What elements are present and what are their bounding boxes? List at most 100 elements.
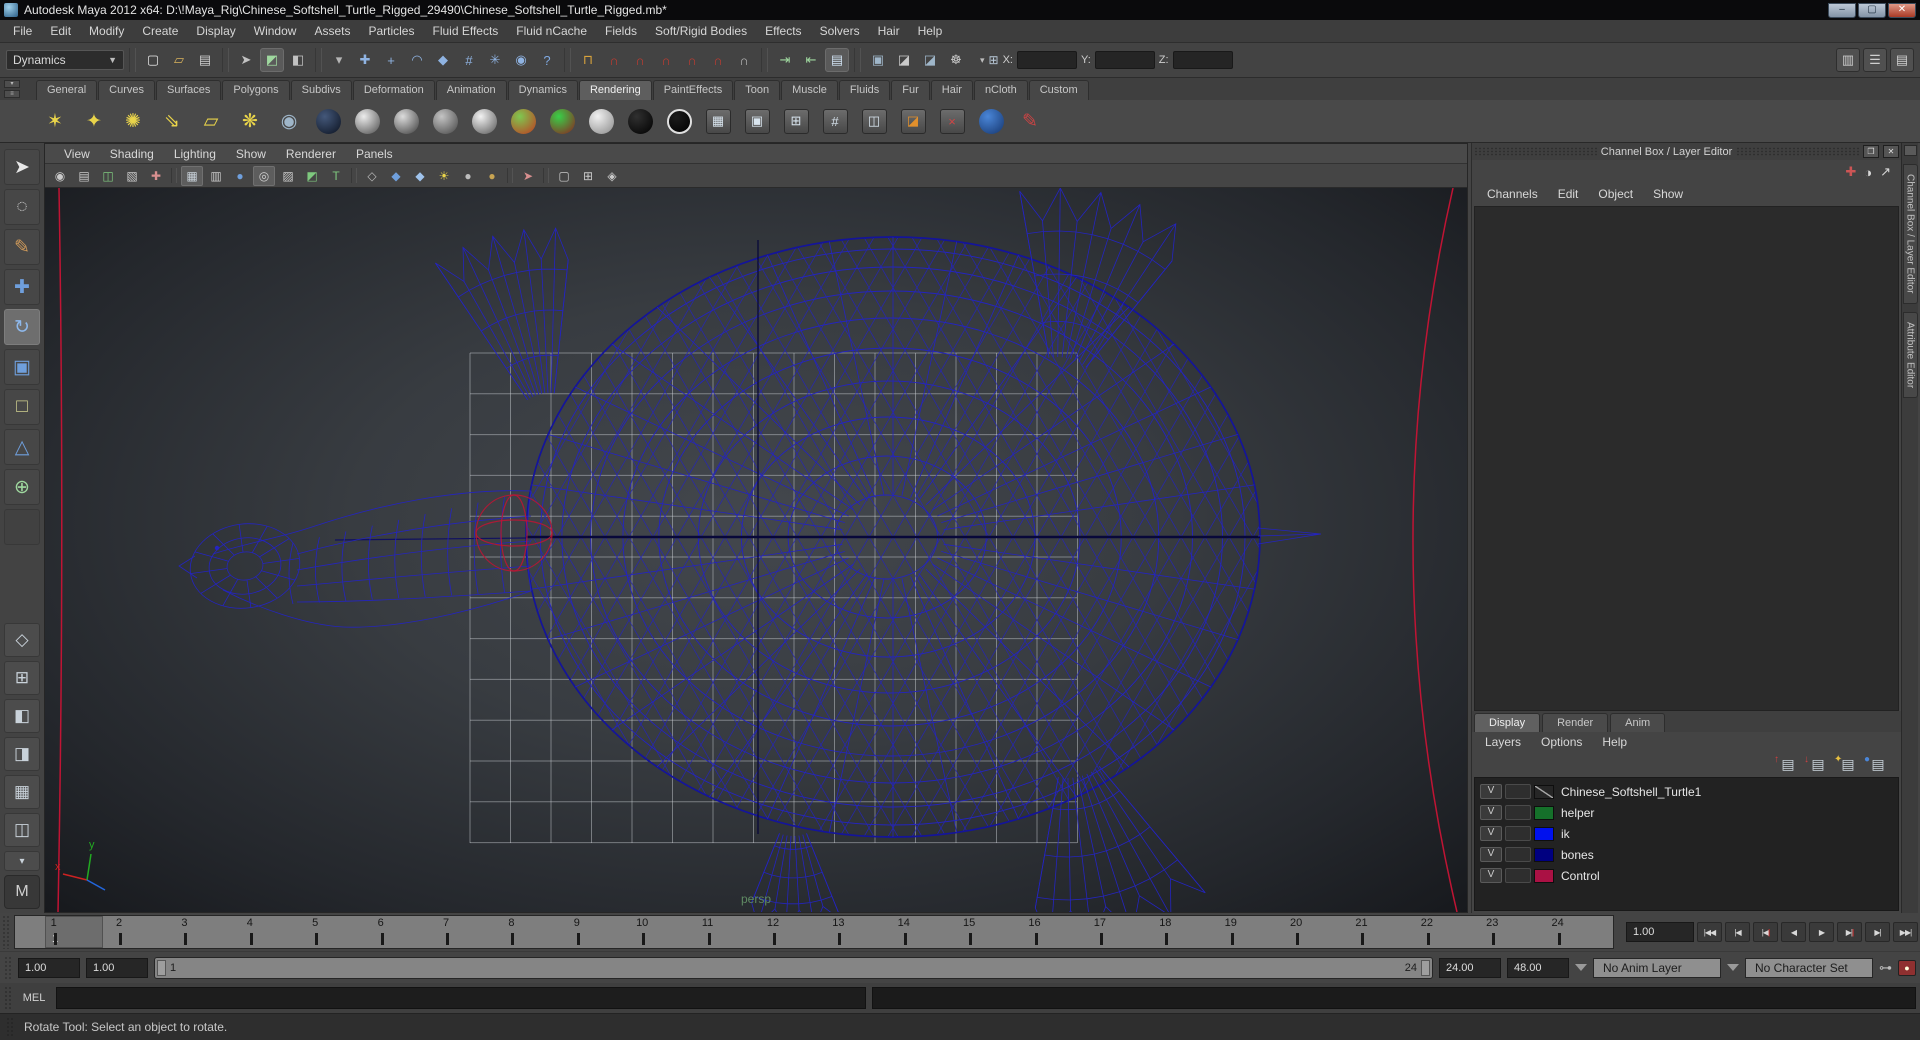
volume-light-icon[interactable]: ❋ xyxy=(233,104,267,138)
gate-mask-icon[interactable]: ◎ xyxy=(253,165,275,186)
frame-cell-16[interactable]: 16 xyxy=(1002,916,1067,948)
create-layer-from-selected-icon[interactable]: ▤ ● xyxy=(1864,754,1889,773)
field-chart-icon[interactable]: ▨ xyxy=(277,166,299,186)
frame-cell-14[interactable]: 14 xyxy=(871,916,936,948)
hypershade-icon[interactable]: ▦ xyxy=(701,104,735,138)
shelf-tab-deformation[interactable]: Deformation xyxy=(352,80,435,100)
menu-window[interactable]: Window xyxy=(245,21,306,41)
input-connections-button[interactable]: ⇥ xyxy=(773,48,797,72)
2d-pan-zoom-icon[interactable]: ✚ xyxy=(145,166,167,186)
lock-selection-button[interactable]: ⊓ xyxy=(576,48,600,72)
viewport-menu-show[interactable]: Show xyxy=(227,145,275,163)
lasso-tool[interactable]: ◌ xyxy=(4,189,40,225)
frame-cell-8[interactable]: 8 xyxy=(479,916,544,948)
rotate-tool[interactable]: ↻ xyxy=(4,309,40,345)
layout-outliner-persp-button[interactable]: ◧ xyxy=(4,699,40,733)
move-layer-up-icon[interactable]: ▤ ↑ xyxy=(1774,754,1799,773)
bookmark-icon[interactable]: ◫ xyxy=(97,166,119,186)
menu-display[interactable]: Display xyxy=(187,21,244,41)
menu-fluid-effects[interactable]: Fluid Effects xyxy=(423,21,507,41)
tab-channel-box[interactable]: Channel Box / Layer Editor xyxy=(1902,164,1918,304)
default-material-icon[interactable]: ● xyxy=(481,166,503,186)
frame-cell-22[interactable]: 22 xyxy=(1394,916,1459,948)
soft-modification-tool[interactable]: △ xyxy=(4,429,40,465)
select-tool[interactable]: ➤ xyxy=(4,149,40,185)
shelf-tab-dynamics[interactable]: Dynamics xyxy=(507,80,578,100)
shelf-tab-painteffects[interactable]: PaintEffects xyxy=(652,80,734,100)
layout-hypershade-persp-button[interactable]: ▦ xyxy=(4,775,40,809)
shelf-tab-surfaces[interactable]: Surfaces xyxy=(155,80,222,100)
shelf-tab-toggle-button[interactable]: ▾ xyxy=(4,80,20,88)
shelf-tab-toon[interactable]: Toon xyxy=(734,80,781,100)
menu-fluid-ncache[interactable]: Fluid nCache xyxy=(507,21,596,41)
frame-cell-6[interactable]: 6 xyxy=(348,916,413,948)
coord-dropdown-icon[interactable]: ▾ xyxy=(980,55,985,66)
command-language-label[interactable]: MEL xyxy=(18,992,50,1004)
shelf-tab-fur[interactable]: Fur xyxy=(891,80,930,100)
shelf-menu-button[interactable]: ≡ xyxy=(4,90,20,98)
frame-cell-19[interactable]: 19 xyxy=(1198,916,1263,948)
layer-visibility-toggle[interactable]: V xyxy=(1480,784,1502,799)
time-slider[interactable]: 1 12345678910111213141516171819202122232… xyxy=(13,915,1614,949)
menu-assets[interactable]: Assets xyxy=(305,21,359,41)
select-deformations-mask-button[interactable]: # xyxy=(457,48,481,72)
menu-create[interactable]: Create xyxy=(133,21,187,41)
select-by-object-button[interactable]: ◩ xyxy=(260,48,284,72)
menu-edit[interactable]: Edit xyxy=(41,21,80,41)
channel-box-toggle[interactable]: ▥ xyxy=(1836,48,1860,72)
layer-display-type-toggle[interactable] xyxy=(1505,805,1531,820)
ambient-light-icon[interactable]: ✶ xyxy=(38,104,72,138)
directional-light-icon[interactable]: ⇘ xyxy=(155,104,189,138)
output-connections-button[interactable]: ⇤ xyxy=(799,48,823,72)
frame-cell-20[interactable]: 20 xyxy=(1263,916,1328,948)
menu-help[interactable]: Help xyxy=(909,21,952,41)
light-linker-icon[interactable]: ◫ xyxy=(857,104,891,138)
safe-action-icon[interactable]: ◩ xyxy=(301,166,323,186)
frame-cell-10[interactable]: 10 xyxy=(610,916,675,948)
frame-cell-11[interactable]: 11 xyxy=(675,916,740,948)
spot-light-icon[interactable]: ✦ xyxy=(77,104,111,138)
xray-icon[interactable]: ▢ xyxy=(553,166,575,186)
blinn-material-icon[interactable] xyxy=(389,104,423,138)
channel-box-menu-show[interactable]: Show xyxy=(1644,185,1692,203)
area-light-icon[interactable]: ▱ xyxy=(194,104,228,138)
range-start-handle[interactable] xyxy=(157,959,166,976)
x-input[interactable] xyxy=(1017,51,1077,69)
open-scene-button[interactable]: ▱ xyxy=(167,48,191,72)
universal-manipulator-tool[interactable]: □ xyxy=(4,389,40,425)
paint-selection-tool[interactable]: ✎ xyxy=(4,229,40,265)
render-current-frame-button[interactable]: ◪ xyxy=(892,48,916,72)
layout-dropdown-button[interactable]: ▾ xyxy=(4,851,40,871)
select-surfaces-mask-button[interactable]: ◆ xyxy=(431,48,455,72)
shelf-tab-ncloth[interactable]: nCloth xyxy=(973,80,1028,100)
ipr-stop-icon[interactable]: × xyxy=(935,104,969,138)
drag-handle[interactable] xyxy=(1736,147,1859,156)
anisotropic-material-icon[interactable] xyxy=(350,104,384,138)
panel-dock-icon[interactable] xyxy=(1903,145,1917,156)
manipulator-axis-icon[interactable]: ✚ xyxy=(1845,164,1856,180)
camera-select-icon[interactable]: ◉ xyxy=(49,166,71,186)
layer-display-type-toggle[interactable] xyxy=(1505,826,1531,841)
point-light-icon[interactable]: ✺ xyxy=(116,104,150,138)
shelf-tab-curves[interactable]: Curves xyxy=(98,80,155,100)
layer-editor-menu-help[interactable]: Help xyxy=(1593,733,1636,751)
minimize-button[interactable]: – xyxy=(1828,2,1856,18)
viewport-menu-renderer[interactable]: Renderer xyxy=(277,145,345,163)
speed-dial-icon[interactable]: ◑ xyxy=(1864,165,1872,180)
frame-cell-4[interactable]: 4 xyxy=(217,916,282,948)
viewport-menu-panels[interactable]: Panels xyxy=(347,145,402,163)
layer-color-swatch[interactable] xyxy=(1534,847,1554,862)
frame-cell-18[interactable]: 18 xyxy=(1133,916,1198,948)
new-scene-button[interactable]: ▢ xyxy=(141,48,165,72)
step-forward-key-button[interactable]: ▶| | xyxy=(1837,922,1862,942)
step-forward-frame-button[interactable]: ▶| xyxy=(1865,922,1890,942)
menu-hair[interactable]: Hair xyxy=(869,21,909,41)
range-end-handle[interactable] xyxy=(1421,959,1430,976)
use-all-lights-icon[interactable]: ☀ xyxy=(433,166,455,186)
smooth-shade-icon[interactable]: ◆ xyxy=(385,166,407,186)
frame-cell-3[interactable]: 3 xyxy=(152,916,217,948)
attribute-editor-toggle[interactable]: ▤ xyxy=(1890,48,1914,72)
menu-particles[interactable]: Particles xyxy=(359,21,423,41)
y-input[interactable] xyxy=(1094,51,1155,69)
shelf-tab-general[interactable]: General xyxy=(36,80,98,100)
